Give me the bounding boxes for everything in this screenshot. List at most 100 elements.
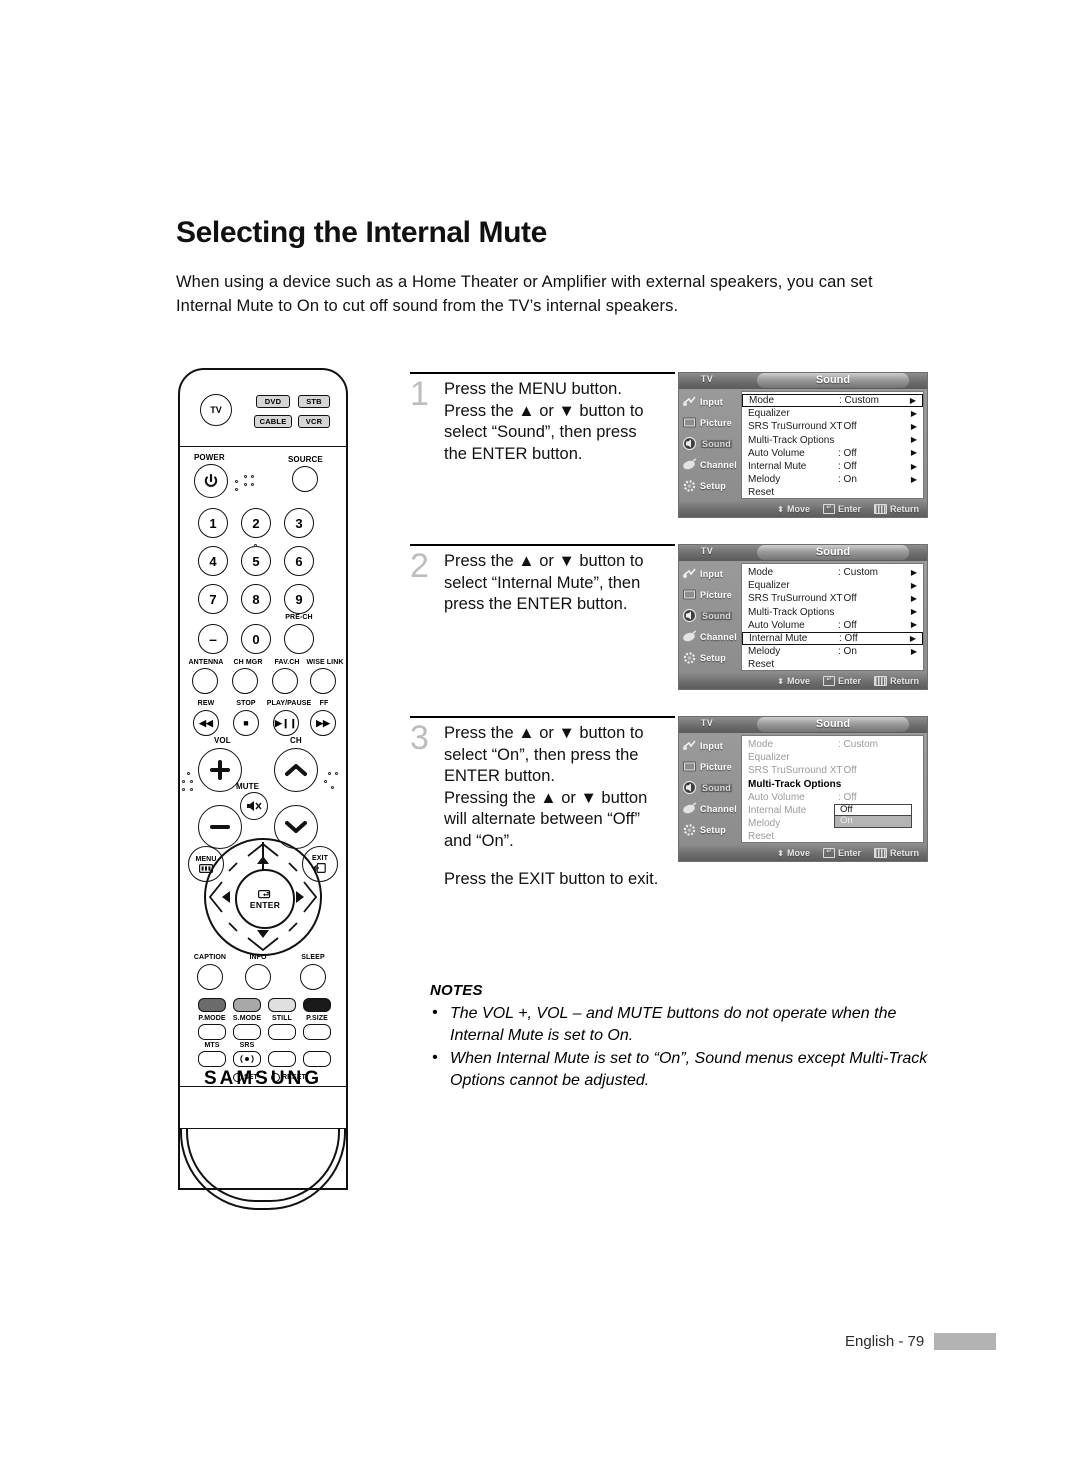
osd-hint-move: ⬍ Move <box>777 848 810 858</box>
still-button[interactable] <box>268 1024 296 1040</box>
color-button-blue[interactable] <box>303 998 331 1012</box>
osd-menu-row[interactable]: Internal Mute: Off ▶ <box>742 460 923 473</box>
osd-menu-row[interactable]: Auto Volume: Off <box>742 791 923 804</box>
osd-menu-row[interactable]: Auto Volume: Off ▶ <box>742 447 923 460</box>
mts-button[interactable] <box>198 1051 226 1067</box>
key-9[interactable]: 9 <box>284 584 314 614</box>
remote-control-illustration: TV DVD STB CABLE VCR POWER SOURCE 1 2 3 … <box>178 368 348 1210</box>
osd-sidebar-item-input[interactable]: Input <box>679 391 741 412</box>
osd-sidebar-item-channel[interactable]: Channel <box>679 798 741 819</box>
info-button[interactable] <box>245 964 271 990</box>
blank-button-1[interactable] <box>268 1051 296 1067</box>
srs-label: SRS <box>239 1042 255 1049</box>
key-4[interactable]: 4 <box>198 546 228 576</box>
osd-sidebar-item-input[interactable]: Input <box>679 735 741 756</box>
osd-menu-row[interactable]: SRS TruSurround XT: Off ▶ <box>742 592 923 605</box>
osd-menu-row[interactable]: SRS TruSurround XT: Off ▶ <box>742 420 923 433</box>
osd-sidebar-item-picture[interactable]: Picture <box>679 756 741 777</box>
osd-menu-row[interactable]: Reset <box>742 658 923 671</box>
osd-menu-row[interactable]: Multi-Track Options ▶ <box>742 434 923 447</box>
osd-sidebar-item-input[interactable]: Input <box>679 563 741 584</box>
osd-menu-row[interactable]: Reset <box>742 486 923 499</box>
osd-menu-row[interactable]: Internal Mute: Off ▶ <box>742 631 923 646</box>
ff-button[interactable]: ▶▶ <box>310 710 336 736</box>
osd-sidebar-item-sound[interactable]: Sound <box>679 605 741 626</box>
osd-menu-row[interactable]: Multi-Track Options <box>742 778 923 791</box>
osd-sidebar-item-channel[interactable]: Channel <box>679 626 741 647</box>
antenna-button[interactable] <box>192 668 218 694</box>
osd-sidebar-label: Setup <box>700 480 727 491</box>
key-5[interactable]: 5 <box>241 546 271 576</box>
p-size-button[interactable] <box>303 1024 331 1040</box>
osd-sidebar-item-setup[interactable]: Setup <box>679 819 741 840</box>
osd-sidebar-item-channel[interactable]: Channel <box>679 454 741 475</box>
mts-label: MTS <box>204 1042 220 1049</box>
osd-menu-label: Auto Volume <box>748 447 805 459</box>
osd-menu-row[interactable]: Multi-Track Options ▶ <box>742 606 923 619</box>
osd-sidebar-item-setup[interactable]: Setup <box>679 475 741 496</box>
osd-sidebar-item-sound[interactable]: Sound <box>679 777 741 798</box>
key-dash[interactable]: – <box>198 624 228 654</box>
color-button-green[interactable] <box>233 998 261 1012</box>
osd-sidebar-item-picture[interactable]: Picture <box>679 412 741 433</box>
sleep-button[interactable] <box>300 964 326 990</box>
osd-menu-row[interactable]: Equalizer <box>742 751 923 764</box>
osd-menu-row[interactable]: Reset <box>742 830 923 843</box>
key-2[interactable]: 2 <box>241 508 271 538</box>
step-line: Press the MENU button. <box>444 380 622 398</box>
osd-sidebar-item-picture[interactable]: Picture <box>679 584 741 605</box>
p-mode-button[interactable] <box>198 1024 226 1040</box>
key-8[interactable]: 8 <box>241 584 271 614</box>
color-button-yellow[interactable] <box>268 998 296 1012</box>
navigation-dpad[interactable]: ENTER <box>204 838 322 956</box>
osd-menu-row[interactable]: Melody: On ▶ <box>742 645 923 658</box>
mute-button[interactable] <box>240 792 268 820</box>
antenna-label: ANTENNA <box>188 659 224 666</box>
s-mode-button[interactable] <box>233 1024 261 1040</box>
tv-button[interactable]: TV <box>200 394 232 426</box>
channel-up-button[interactable] <box>274 748 318 792</box>
step-2: 2 Press the ▲ or ▼ button to select “Int… <box>410 544 675 616</box>
pre-ch-button[interactable] <box>284 624 314 654</box>
p-mode-label: P.MODE <box>198 1015 226 1022</box>
power-button[interactable] <box>194 464 228 498</box>
stb-button[interactable]: STB <box>298 395 330 408</box>
key-3[interactable]: 3 <box>284 508 314 538</box>
key-1[interactable]: 1 <box>198 508 228 538</box>
osd-menu-row[interactable]: SRS TruSurround XT: Off <box>742 764 923 777</box>
osd-menu-label: Multi-Track Options <box>748 778 842 790</box>
step-line: Press the ▲ or ▼ button to <box>444 401 644 420</box>
cable-button[interactable]: CABLE <box>254 415 292 428</box>
wise-link-label: WISE LINK <box>306 659 344 666</box>
source-button[interactable] <box>292 466 318 492</box>
osd-menu-label: SRS TruSurround XT <box>748 765 843 777</box>
caption-button[interactable] <box>197 964 223 990</box>
srs-button[interactable] <box>233 1051 261 1067</box>
key-0[interactable]: 0 <box>241 624 271 654</box>
ch-mgr-button[interactable] <box>232 668 258 694</box>
dvd-button[interactable]: DVD <box>256 395 290 408</box>
osd-sidebar-item-setup[interactable]: Setup <box>679 647 741 668</box>
osd-menu-row[interactable]: Mode: Custom ▶ <box>742 394 923 408</box>
fav-ch-button[interactable] <box>272 668 298 694</box>
osd-dropdown-option-on[interactable]: On <box>834 816 912 828</box>
key-7[interactable]: 7 <box>198 584 228 614</box>
vcr-button[interactable]: VCR <box>298 415 330 428</box>
color-button-red[interactable] <box>198 998 226 1012</box>
ch-label: CH <box>290 736 302 745</box>
osd-menu-row[interactable]: Equalizer ▶ <box>742 407 923 420</box>
osd-menu-row[interactable]: Auto Volume: Off ▶ <box>742 619 923 632</box>
osd-menu-row[interactable]: Melody: On ▶ <box>742 473 923 486</box>
osd-sidebar-item-sound[interactable]: Sound <box>679 433 741 454</box>
osd-menu-row[interactable]: Mode: Custom <box>742 738 923 751</box>
rew-button[interactable]: ◀◀ <box>193 710 219 736</box>
osd-menu-row[interactable]: Equalizer ▶ <box>742 579 923 592</box>
picture-icon <box>682 415 697 430</box>
blank-button-2[interactable] <box>303 1051 331 1067</box>
play-pause-button[interactable]: ▶❙❙ <box>273 710 299 736</box>
key-6[interactable]: 6 <box>284 546 314 576</box>
step-number: 3 <box>410 719 429 757</box>
wise-link-button[interactable] <box>310 668 336 694</box>
stop-button[interactable]: ■ <box>233 710 259 736</box>
osd-menu-row[interactable]: Mode: Custom ▶ <box>742 566 923 579</box>
